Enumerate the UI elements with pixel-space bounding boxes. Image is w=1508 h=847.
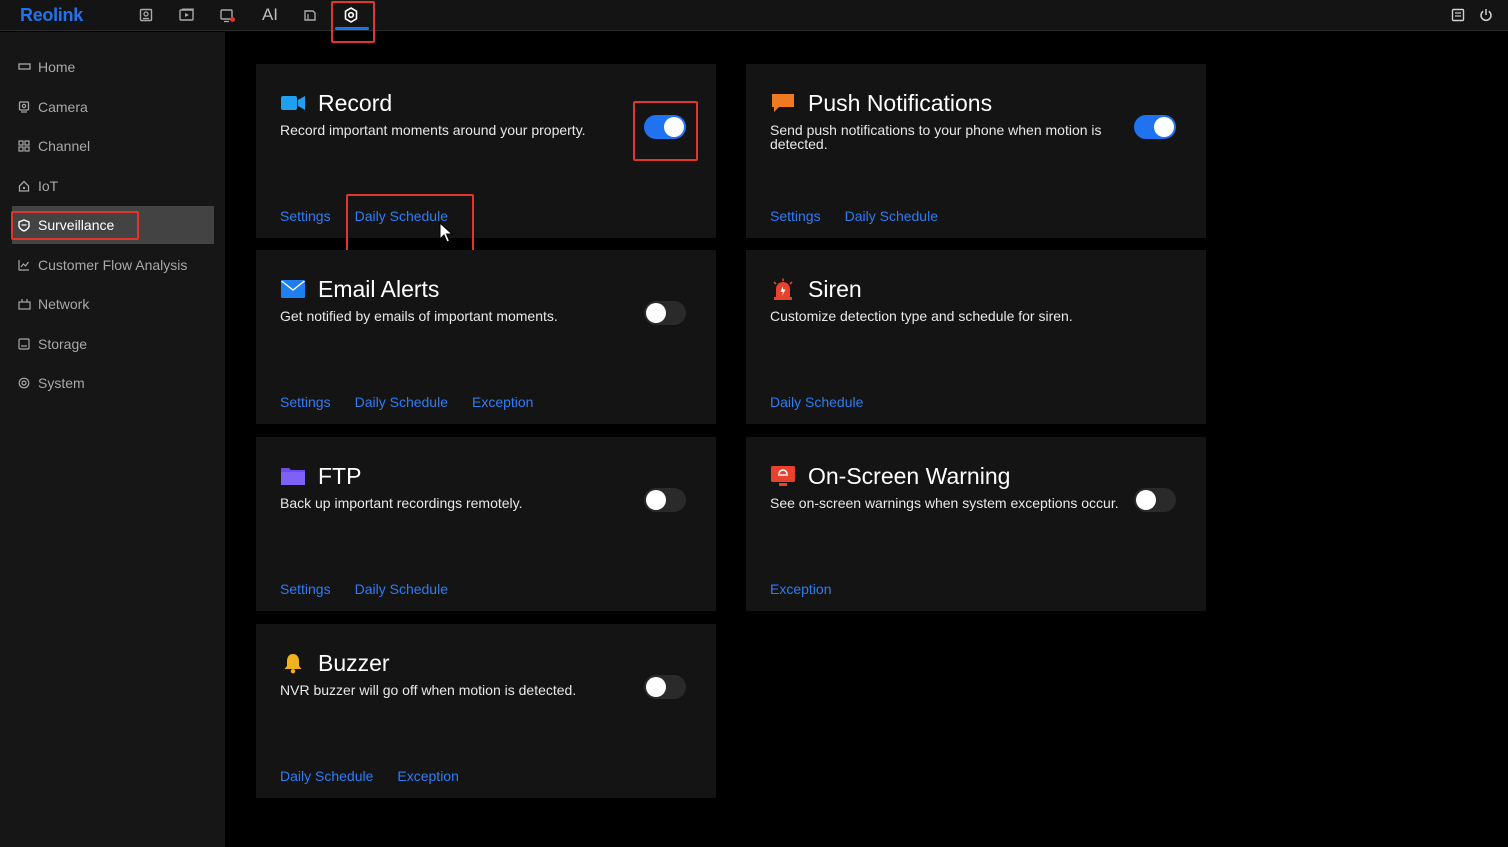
sidebar-item-system[interactable]: System bbox=[0, 364, 214, 402]
siren-icon bbox=[770, 278, 796, 300]
chart-icon bbox=[17, 258, 31, 272]
sidebar-item-iot[interactable]: IoT bbox=[0, 167, 214, 205]
sidebar-item-label: Storage bbox=[38, 336, 88, 352]
card-description: Record important moments around your pro… bbox=[280, 122, 586, 138]
buzzer-exception-link[interactable]: Exception bbox=[397, 768, 458, 784]
reolink-logo: Reolink bbox=[20, 5, 83, 25]
buzzer-card: Buzzer NVR buzzer will go off when motio… bbox=[256, 624, 716, 798]
record-toggle[interactable] bbox=[644, 115, 686, 139]
video-camera-icon bbox=[280, 92, 306, 114]
camera-icon bbox=[17, 100, 31, 114]
card-title: On-Screen Warning bbox=[808, 463, 1011, 489]
ai-tab[interactable]: AI bbox=[257, 3, 283, 27]
on-screen-warning-toggle[interactable] bbox=[1134, 488, 1176, 512]
card-title: Push Notifications bbox=[808, 90, 993, 116]
record-daily-schedule-link[interactable]: Daily Schedule bbox=[355, 208, 448, 224]
card-title: Email Alerts bbox=[318, 276, 440, 302]
email-exception-link[interactable]: Exception bbox=[472, 394, 533, 410]
toggle-knob bbox=[646, 490, 666, 510]
push-notifications-toggle[interactable] bbox=[1134, 115, 1176, 139]
sidebar-item-channel[interactable]: Channel bbox=[0, 127, 214, 165]
iot-icon bbox=[17, 179, 31, 193]
alarm-icon[interactable] bbox=[215, 3, 241, 27]
notes-icon[interactable] bbox=[1447, 4, 1469, 26]
home-icon bbox=[17, 60, 31, 74]
top-bar: Reolink AI bbox=[0, 0, 1508, 31]
siren-daily-schedule-link[interactable]: Daily Schedule bbox=[770, 394, 863, 410]
settings-gear-icon[interactable] bbox=[338, 3, 364, 27]
ftp-toggle[interactable] bbox=[644, 488, 686, 512]
storage-icon bbox=[17, 337, 31, 351]
buzzer-daily-schedule-link[interactable]: Daily Schedule bbox=[280, 768, 373, 784]
sidebar-item-label: Network bbox=[38, 296, 90, 312]
record-settings-link[interactable]: Settings bbox=[280, 208, 331, 224]
push-notifications-card: Push Notifications Send push notificatio… bbox=[746, 64, 1206, 238]
push-settings-link[interactable]: Settings bbox=[770, 208, 821, 224]
card-description: Get notified by emails of important mome… bbox=[280, 308, 558, 324]
push-daily-schedule-link[interactable]: Daily Schedule bbox=[845, 208, 938, 224]
sidebar-item-surveillance[interactable]: Surveillance bbox=[12, 206, 214, 244]
bell-icon bbox=[280, 652, 306, 674]
ftp-settings-link[interactable]: Settings bbox=[280, 581, 331, 597]
sidebar-item-label: Surveillance bbox=[38, 217, 115, 233]
card-description: Customize detection type and schedule fo… bbox=[770, 308, 1073, 324]
live-view-icon[interactable] bbox=[133, 3, 159, 27]
active-tab-indicator bbox=[335, 27, 369, 30]
sidebar: Home Camera Channel IoT Surveillance Cus… bbox=[0, 32, 225, 847]
sidebar-item-customer-flow-analysis[interactable]: Customer Flow Analysis bbox=[0, 246, 214, 284]
sidebar-item-home[interactable]: Home bbox=[0, 48, 214, 86]
files-icon[interactable] bbox=[297, 3, 323, 27]
chat-bubble-icon bbox=[770, 92, 796, 114]
sidebar-item-label: IoT bbox=[38, 178, 59, 194]
card-description: Send push notifications to your phone wh… bbox=[770, 122, 1102, 152]
sidebar-item-label: System bbox=[38, 375, 85, 391]
envelope-icon bbox=[280, 278, 306, 300]
on-screen-warning-card: On-Screen Warning See on-screen warnings… bbox=[746, 437, 1206, 611]
ftp-daily-schedule-link[interactable]: Daily Schedule bbox=[355, 581, 448, 597]
email-alerts-toggle[interactable] bbox=[644, 301, 686, 325]
ftp-card: FTP Back up important recordings remotel… bbox=[256, 437, 716, 611]
sidebar-item-network[interactable]: Network bbox=[0, 285, 214, 323]
system-icon bbox=[17, 376, 31, 390]
mouse-cursor-icon bbox=[439, 221, 454, 249]
card-title: Siren bbox=[808, 276, 862, 302]
sidebar-item-label: Channel bbox=[38, 138, 91, 154]
email-daily-schedule-link[interactable]: Daily Schedule bbox=[355, 394, 448, 410]
sidebar-item-storage[interactable]: Storage bbox=[0, 325, 214, 363]
card-description: Back up important recordings remotely. bbox=[280, 495, 523, 511]
monitor-warning-icon bbox=[770, 465, 796, 487]
toggle-knob bbox=[664, 117, 684, 137]
channel-icon bbox=[17, 139, 31, 153]
power-icon[interactable] bbox=[1475, 4, 1497, 26]
sidebar-item-label: Customer Flow Analysis bbox=[38, 257, 188, 273]
email-alerts-card: Email Alerts Get notified by emails of i… bbox=[256, 250, 716, 424]
record-card: Record Record important moments around y… bbox=[256, 64, 716, 238]
network-icon bbox=[17, 297, 31, 311]
shield-icon bbox=[17, 218, 31, 232]
toggle-knob bbox=[1136, 490, 1156, 510]
sidebar-item-label: Camera bbox=[38, 99, 88, 115]
email-settings-link[interactable]: Settings bbox=[280, 394, 331, 410]
toggle-knob bbox=[1154, 117, 1174, 137]
card-title: Buzzer bbox=[318, 650, 390, 676]
card-title: Record bbox=[318, 90, 393, 116]
card-title: FTP bbox=[318, 463, 362, 489]
card-description: See on-screen warnings when system excep… bbox=[770, 495, 1119, 511]
siren-card: Siren Customize detection type and sched… bbox=[746, 250, 1206, 424]
card-description: NVR buzzer will go off when motion is de… bbox=[280, 682, 577, 698]
toggle-knob bbox=[646, 303, 666, 323]
toggle-knob bbox=[646, 677, 666, 697]
sidebar-item-label: Home bbox=[38, 59, 76, 75]
onscreen-exception-link[interactable]: Exception bbox=[770, 581, 831, 597]
folder-icon bbox=[280, 465, 306, 487]
sidebar-item-camera[interactable]: Camera bbox=[0, 88, 214, 126]
buzzer-toggle[interactable] bbox=[644, 675, 686, 699]
playback-icon[interactable] bbox=[174, 3, 200, 27]
